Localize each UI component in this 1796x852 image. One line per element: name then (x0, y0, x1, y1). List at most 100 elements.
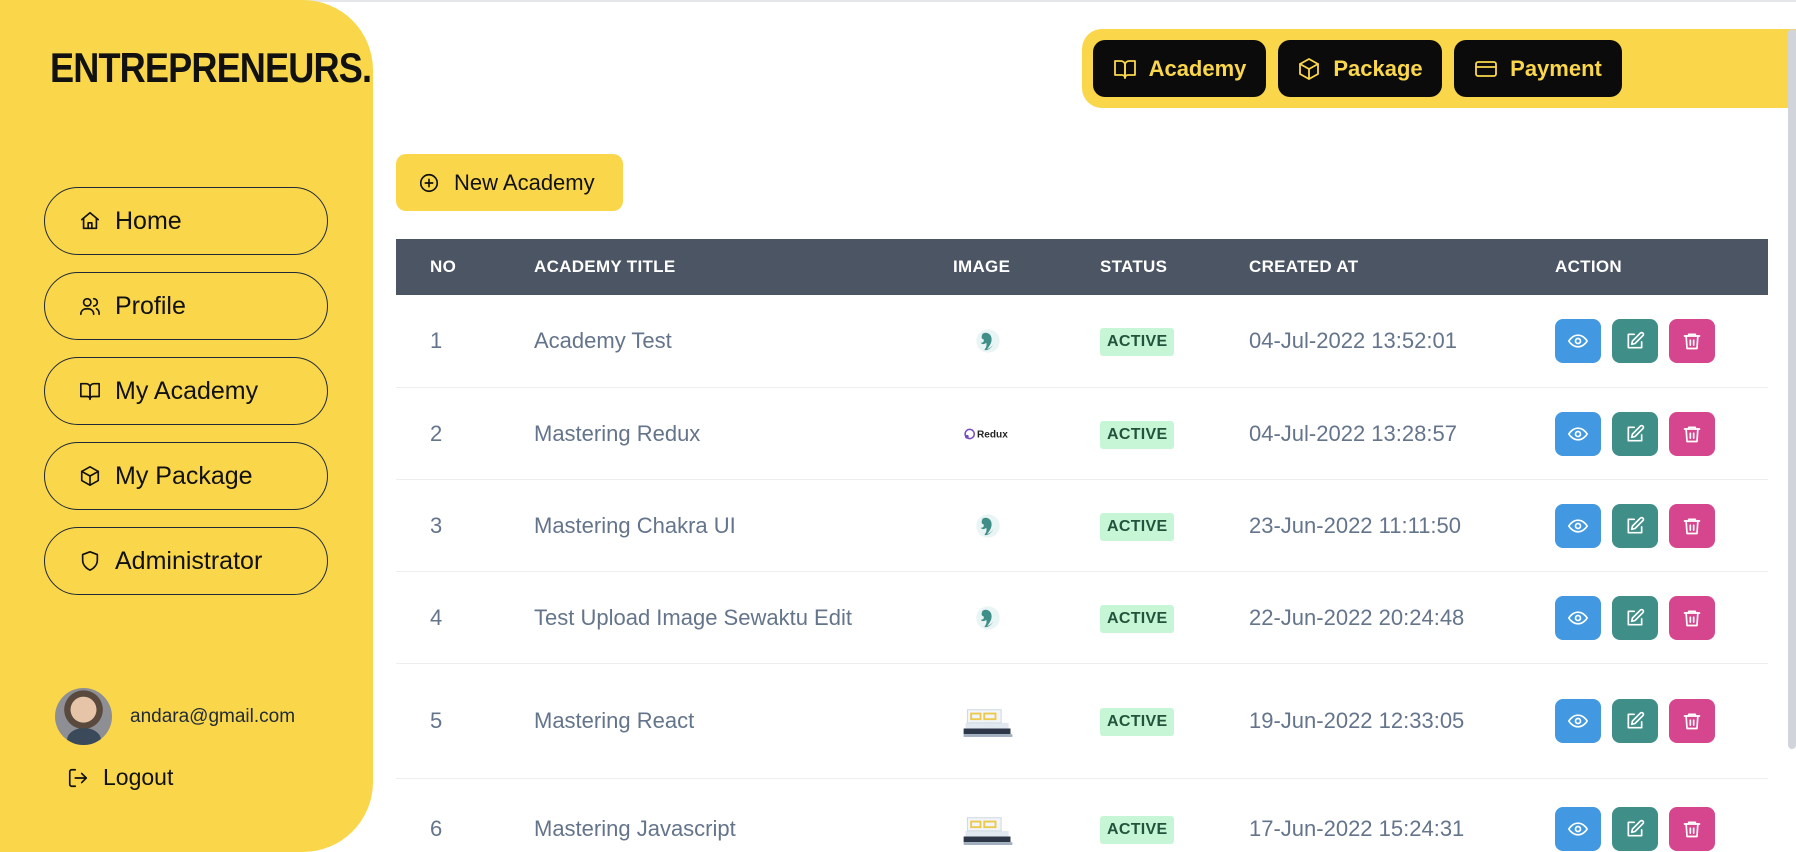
table-row: 4 Test Upload Image Sewaktu Edit ACTIVE 22-… (396, 572, 1768, 664)
brand-logo[interactable]: ENTREPRENEURS. (50, 44, 372, 92)
created-at: 22-Jun-2022 20:24:48 (1249, 604, 1465, 630)
avatar[interactable] (55, 688, 112, 745)
eye-icon (1568, 518, 1588, 533)
sidebar-item-profile[interactable]: Profile (44, 272, 328, 340)
academy-tab-button[interactable]: Academy (1093, 40, 1266, 97)
status-badge: ACTIVE (1100, 328, 1175, 356)
scrollbar[interactable] (1788, 29, 1796, 749)
created-at: 17-Jun-2022 15:24:31 (1249, 815, 1465, 841)
academy-image-cell (958, 809, 1018, 849)
column-header-no: NO (430, 257, 457, 276)
row-actions (1555, 806, 1726, 851)
sidebar-item-label: Profile (115, 291, 186, 320)
sidebar-item-my-package[interactable]: My Package (44, 442, 328, 510)
sidebar-item-administrator[interactable]: Administrator (44, 527, 328, 595)
logout-label: Logout (103, 764, 174, 790)
status-cell: ACTIVE (1100, 419, 1175, 449)
delete-button[interactable] (1669, 699, 1715, 743)
academy-title: Mastering React (534, 708, 695, 733)
status-cell: ACTIVE (1100, 814, 1175, 844)
shield-icon (81, 551, 99, 571)
row-number: 5 (430, 708, 443, 733)
row-number: 6 (430, 815, 443, 841)
payment-tab-button[interactable]: Payment (1454, 40, 1622, 97)
row-actions (1555, 319, 1726, 363)
plus-circle-icon (419, 173, 439, 192)
edit-button[interactable] (1612, 319, 1658, 363)
edit-button[interactable] (1612, 411, 1658, 456)
sidebar-item-label: Administrator (115, 546, 263, 575)
column-header-image: IMAGE (953, 257, 1011, 276)
logout-icon (68, 768, 88, 787)
status-cell: ACTIVE (1100, 326, 1175, 356)
delete-button[interactable] (1669, 806, 1715, 851)
delete-button[interactable] (1669, 595, 1715, 640)
top-action-bar: Academy Package Payment (1082, 29, 1796, 108)
table-body: 1 Academy Test ACTIVE 04-Jul-2022 13:52:01 2… (396, 295, 1768, 852)
sidebar: ENTREPRENEURS. Home Profile My Academy M… (0, 0, 373, 852)
view-button[interactable] (1555, 806, 1601, 851)
delete-button[interactable] (1669, 411, 1715, 456)
row-actions (1555, 503, 1726, 548)
edit-icon (1627, 711, 1645, 729)
eye-icon (1568, 334, 1588, 348)
chakra-logo-image (958, 598, 1018, 638)
trash-icon (1683, 821, 1701, 837)
row-number: 3 (430, 512, 443, 538)
edit-button[interactable] (1612, 595, 1658, 640)
box-icon (1299, 57, 1320, 80)
page: ENTREPRENEURS. Home Profile My Academy M… (0, 0, 1796, 852)
edit-icon (1627, 516, 1645, 533)
card-icon (1475, 60, 1498, 77)
academy-title: Mastering Redux (534, 420, 701, 446)
status-cell: ACTIVE (1100, 511, 1175, 541)
edit-icon (1627, 424, 1645, 441)
new-academy-button[interactable]: New Academy (396, 154, 623, 211)
created-at: 04-Jul-2022 13:52:01 (1249, 328, 1457, 353)
button-label: Package (1333, 55, 1423, 81)
trash-icon (1683, 713, 1701, 730)
created-at: 04-Jul-2022 13:28:57 (1249, 420, 1457, 446)
row-number: 1 (430, 328, 443, 353)
table-row: 5 Mastering React ACTIVE 19-Jun-2022 12:33:… (396, 664, 1768, 779)
edit-button[interactable] (1612, 699, 1658, 743)
redux-logo-image: Redux (958, 414, 1018, 454)
package-tab-button[interactable]: Package (1278, 40, 1442, 97)
academy-title: Mastering Chakra UI (534, 512, 736, 538)
view-button[interactable] (1555, 699, 1601, 743)
sidebar-item-my-academy[interactable]: My Academy (44, 357, 328, 425)
delete-button[interactable] (1669, 319, 1715, 363)
eye-icon (1568, 821, 1588, 836)
book-icon (1113, 59, 1136, 79)
chakra-logo-image (958, 321, 1018, 361)
delete-button[interactable] (1669, 503, 1715, 548)
eye-icon (1568, 610, 1588, 625)
sidebar-item-home[interactable]: Home (44, 187, 328, 255)
trash-icon (1683, 518, 1701, 534)
sidebar-item-label: My Academy (115, 376, 259, 405)
column-header-action: ACTION (1555, 257, 1622, 276)
row-number: 4 (430, 604, 443, 630)
view-button[interactable] (1555, 595, 1601, 640)
status-cell: ACTIVE (1100, 603, 1175, 633)
view-button[interactable] (1555, 411, 1601, 456)
eye-icon (1568, 426, 1588, 441)
logout-button[interactable]: Logout (67, 764, 173, 791)
sidebar-nav: Home Profile My Academy My Package Admin… (44, 187, 328, 612)
academy-image-cell (958, 506, 1018, 546)
academy-title: Academy Test (534, 328, 672, 353)
row-actions (1555, 595, 1726, 640)
table-header: NO ACADEMY TITLE IMAGE STATUS CREATED AT… (396, 239, 1768, 295)
table-row: 3 Mastering Chakra UI ACTIVE 23-Jun-2022 11… (396, 480, 1768, 572)
edit-button[interactable] (1612, 806, 1658, 851)
status-badge: ACTIVE (1100, 512, 1175, 541)
academy-image-cell (958, 321, 1018, 361)
status-badge: ACTIVE (1100, 815, 1175, 844)
row-actions (1555, 411, 1726, 456)
button-label: Payment (1510, 55, 1602, 81)
view-button[interactable] (1555, 319, 1601, 363)
edit-button[interactable] (1612, 503, 1658, 548)
edit-icon (1627, 819, 1645, 836)
view-button[interactable] (1555, 503, 1601, 548)
user-email: andara@gmail.com (130, 705, 296, 727)
